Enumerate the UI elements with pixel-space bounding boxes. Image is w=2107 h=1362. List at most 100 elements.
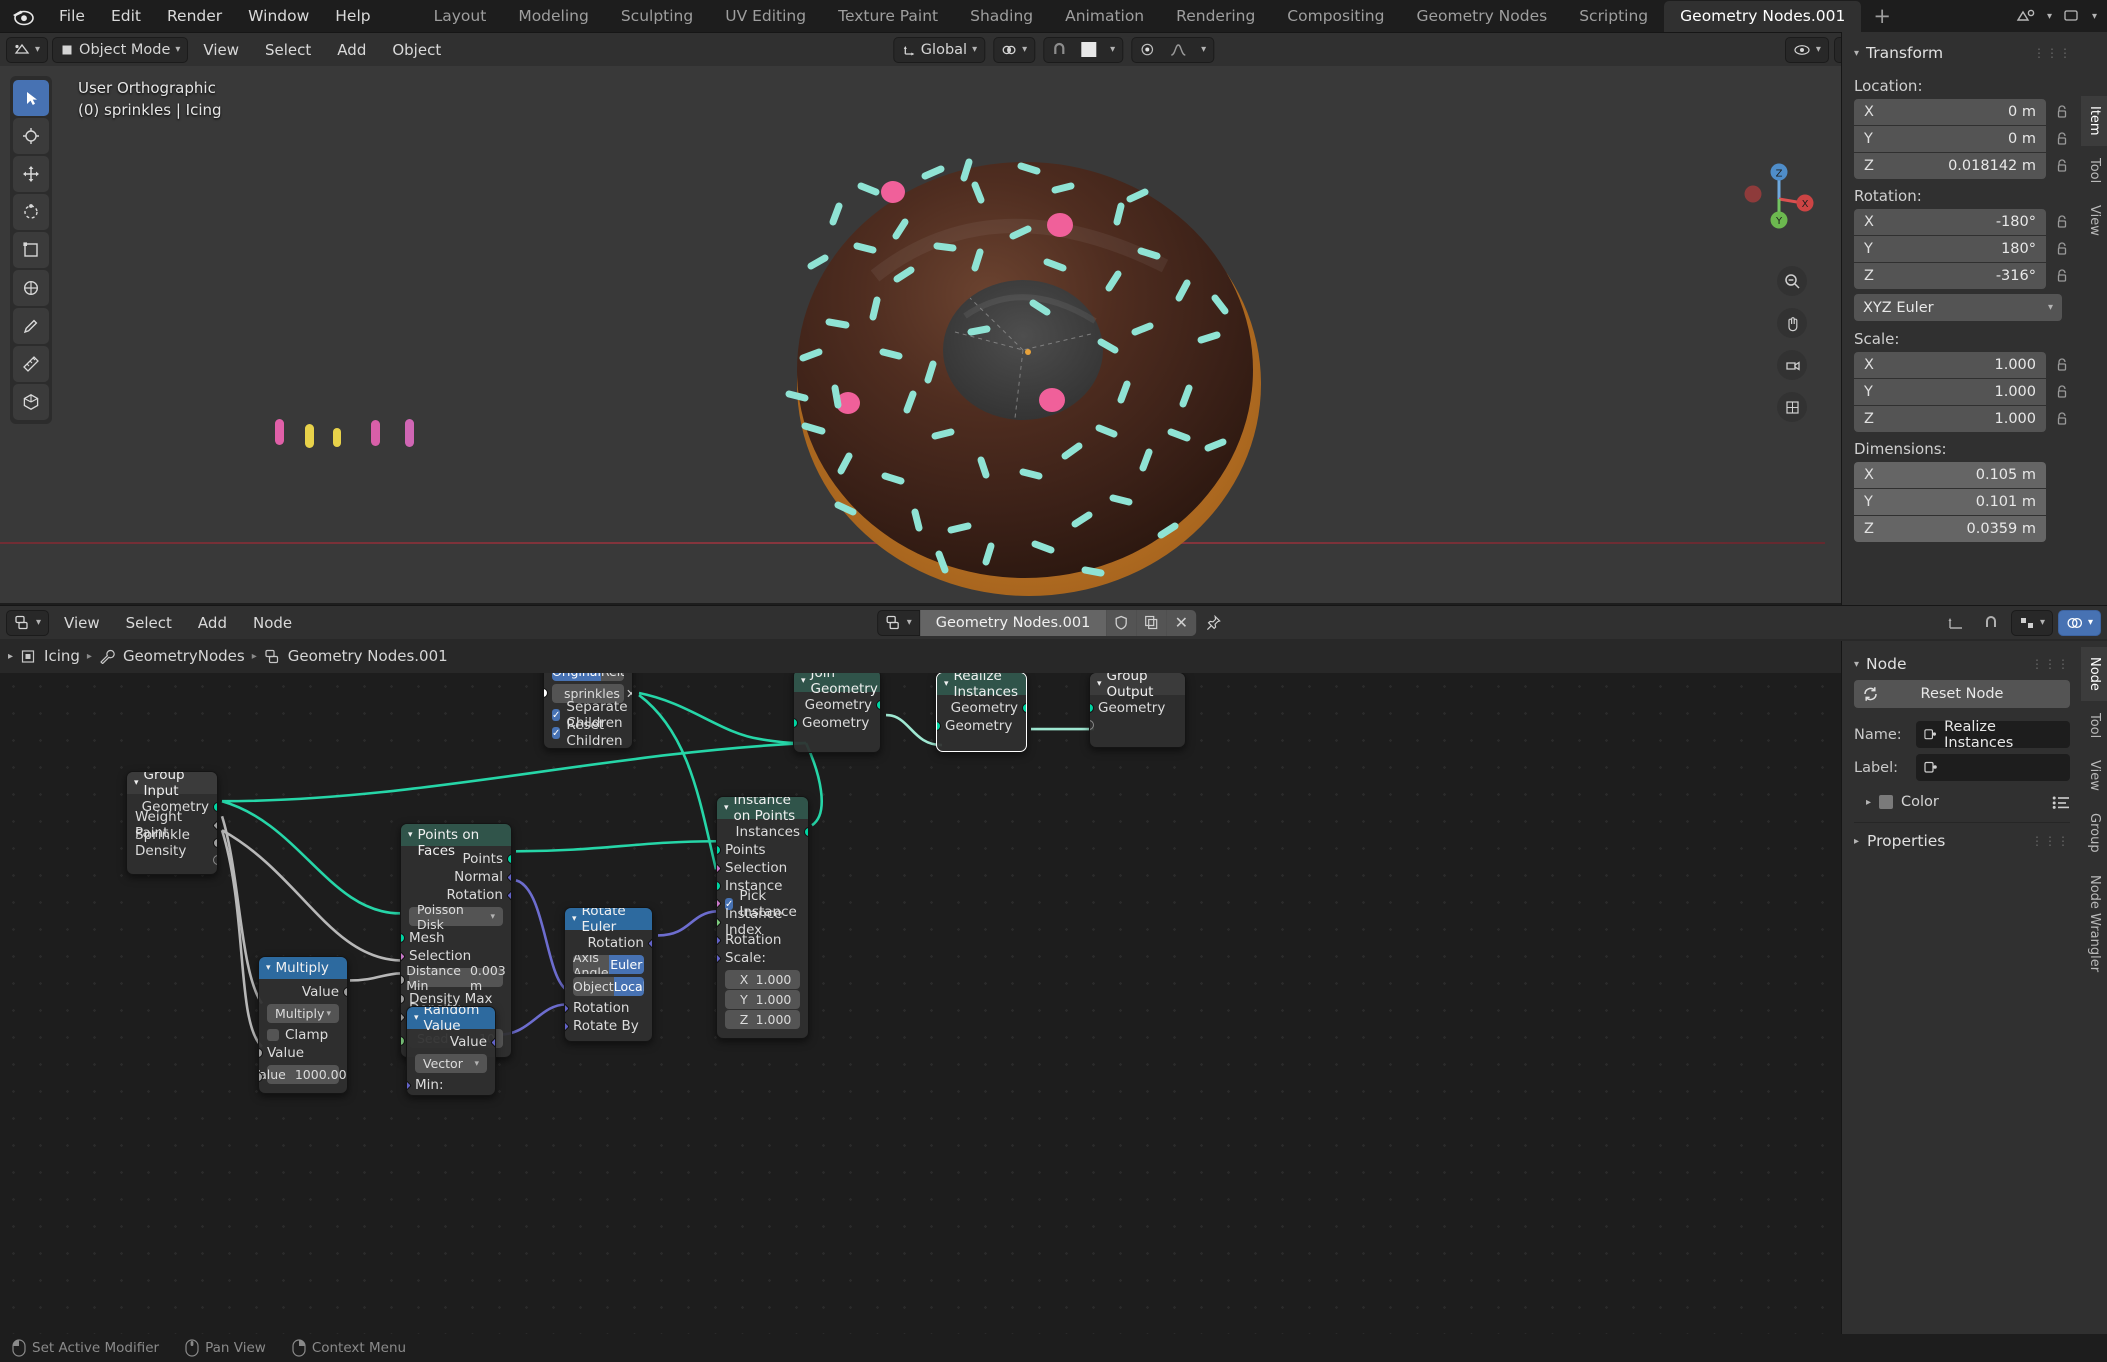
node-tab-node[interactable]: Node bbox=[2081, 647, 2107, 701]
reset-children-checkbox[interactable]: ✓ bbox=[552, 727, 561, 739]
node-color-row[interactable]: ▸ Color bbox=[1854, 787, 2070, 810]
output-socket-normal[interactable] bbox=[506, 871, 511, 884]
viewlayer-chevron-icon[interactable]: ▾ bbox=[2092, 11, 2097, 22]
camera-icon[interactable] bbox=[1777, 350, 1807, 380]
node-collection-info[interactable]: ▾ Collection Info Geometry Original Rela… bbox=[543, 673, 633, 749]
snap-chevron-icon[interactable]: ▾ bbox=[1103, 38, 1122, 62]
viewport-menu-object[interactable]: Object bbox=[381, 37, 452, 63]
output-socket-geometry[interactable] bbox=[876, 700, 880, 710]
node-group-input[interactable]: ▾ Group Input Geometry Weight Paint Spri… bbox=[126, 771, 218, 875]
input-socket-geometry[interactable] bbox=[794, 718, 798, 728]
scale-y-field[interactable]: Y 1.000 bbox=[1854, 379, 2046, 405]
chevron-right-icon[interactable]: ▸ bbox=[1866, 797, 1871, 808]
socket-row-min[interactable]: Min: bbox=[407, 1076, 495, 1094]
dimensions-z-field[interactable]: Z 0.0359 m bbox=[1854, 516, 2046, 542]
node-realize-instances[interactable]: ▾ Realize Instances Geometry Geometry bbox=[936, 673, 1027, 752]
input-socket-min[interactable] bbox=[407, 1079, 412, 1092]
location-z-field[interactable]: Z 0.018142 m bbox=[1854, 153, 2046, 179]
blender-logo-icon[interactable] bbox=[8, 4, 38, 28]
socket-row-geometry-in[interactable]: Geometry bbox=[1090, 699, 1185, 717]
rotate-euler-type-toggle[interactable]: Axis Angle Euler bbox=[573, 955, 644, 974]
workspace-tab-texture-paint[interactable]: Texture Paint bbox=[822, 1, 954, 32]
rotation-z-field[interactable]: Z -316° bbox=[1854, 263, 2046, 289]
input-socket-instance-index[interactable] bbox=[717, 916, 722, 929]
socket-row-rotation[interactable]: Rotation bbox=[717, 931, 808, 949]
menu-window[interactable]: Window bbox=[235, 4, 322, 28]
input-socket-geometry[interactable] bbox=[1090, 703, 1094, 713]
workspace-tab-geometry-nodes-001[interactable]: Geometry Nodes.001 bbox=[1664, 0, 1862, 32]
reset-node-button[interactable]: Reset Node bbox=[1854, 680, 2070, 708]
workspace-tab-geometry-nodes[interactable]: Geometry Nodes bbox=[1400, 1, 1563, 32]
toggle-euler[interactable]: Euler bbox=[608, 955, 644, 974]
node-header[interactable]: ▾ Rotate Euler bbox=[565, 908, 652, 935]
drag-dots-icon[interactable]: ⋮⋮⋮ bbox=[2031, 835, 2070, 847]
grid-ortho-icon[interactable] bbox=[1777, 392, 1807, 422]
socket-row-mesh[interactable]: Mesh bbox=[401, 929, 511, 947]
color-presets-icon[interactable] bbox=[2052, 795, 2070, 809]
math-operation-dropdown[interactable]: Multiply ▾ bbox=[267, 1004, 339, 1023]
workspace-tab-rendering[interactable]: Rendering bbox=[1160, 1, 1271, 32]
input-socket-points[interactable] bbox=[717, 845, 721, 855]
lock-scale-z-icon[interactable] bbox=[2052, 411, 2072, 427]
node-header[interactable]: ▾ Realize Instances bbox=[937, 673, 1026, 700]
node-label-input[interactable] bbox=[1916, 754, 2070, 781]
add-workspace-button[interactable]: + bbox=[1861, 4, 1903, 28]
input-socket-scale[interactable] bbox=[717, 952, 722, 965]
node-snap-mode-selector[interactable]: ▾ bbox=[2010, 609, 2053, 636]
snap-magnet-icon[interactable] bbox=[1976, 610, 2006, 636]
collection-transform-space-toggle[interactable]: Original Relative bbox=[552, 673, 624, 681]
color-swatch[interactable] bbox=[1879, 795, 1894, 809]
separate-children-checkbox[interactable]: ✓ bbox=[552, 709, 561, 721]
snap-mode-swatch[interactable] bbox=[1074, 38, 1103, 62]
clamp-checkbox[interactable] bbox=[267, 1029, 279, 1041]
socket-row-points[interactable]: Points bbox=[717, 841, 808, 859]
node-menu-add[interactable]: Add bbox=[187, 610, 238, 636]
socket-row-normal[interactable]: Normal bbox=[401, 868, 511, 886]
toggle-object[interactable]: Object bbox=[573, 977, 614, 996]
node-header[interactable]: ▾ Join Geometry bbox=[794, 673, 880, 697]
viewport-menu-add[interactable]: Add bbox=[326, 37, 377, 63]
datablock-name-field[interactable]: Geometry Nodes.001 bbox=[919, 609, 1107, 636]
tweak-tool[interactable] bbox=[13, 80, 49, 116]
breadcrumb-expand-icon[interactable]: ▸ bbox=[8, 651, 13, 662]
socket-row-value-in-1[interactable]: Value bbox=[259, 1044, 347, 1062]
socket-row-extend[interactable] bbox=[1090, 717, 1185, 733]
menu-render[interactable]: Render bbox=[154, 4, 235, 28]
output-socket-geometry[interactable] bbox=[213, 802, 217, 812]
navigation-gizmo[interactable]: Z X Y bbox=[1741, 161, 1817, 237]
socket-row-value-out[interactable]: Value bbox=[259, 983, 347, 1001]
geonodes-datablock-icon[interactable]: ▾ bbox=[876, 609, 920, 636]
node-tab-node-wrangler[interactable]: Node Wrangler bbox=[2081, 864, 2107, 982]
dimensions-x-field[interactable]: X 0.105 m bbox=[1854, 462, 2046, 488]
menu-file[interactable]: File bbox=[46, 4, 98, 28]
value-field[interactable]: Value 1000.000 bbox=[259, 1065, 347, 1084]
input-socket-rotation[interactable] bbox=[565, 1002, 570, 1015]
rotate-tool[interactable] bbox=[13, 194, 49, 230]
socket-row-instance-index[interactable]: Instance Index bbox=[717, 906, 808, 938]
lock-rotation-y-icon[interactable] bbox=[2052, 241, 2072, 257]
editor-type-geonodes-icon[interactable]: ▾ bbox=[6, 609, 50, 636]
3d-viewport[interactable]: User Orthographic (0) sprinkles | Icing bbox=[0, 66, 2107, 603]
node-name-input[interactable]: Realize Instances bbox=[1916, 719, 2070, 751]
breadcrumb-nodetree-label[interactable]: Geometry Nodes.001 bbox=[288, 647, 448, 665]
node-menu-view[interactable]: View bbox=[53, 610, 111, 636]
input-socket-pick-instance[interactable] bbox=[717, 897, 722, 910]
location-x-field[interactable]: X 0 m bbox=[1854, 99, 2046, 125]
node-menu-select[interactable]: Select bbox=[115, 610, 183, 636]
sidebar-tab-item[interactable]: Item bbox=[2081, 96, 2107, 146]
snap-magnet-icon[interactable] bbox=[1044, 38, 1074, 62]
annotate-tool[interactable] bbox=[13, 308, 49, 344]
scale-z-field[interactable]: Z 1.000 bbox=[725, 1010, 800, 1029]
lock-location-z-icon[interactable] bbox=[2052, 158, 2072, 174]
output-socket-instances[interactable] bbox=[804, 827, 808, 837]
falloff-curve-icon[interactable] bbox=[1162, 38, 1194, 62]
output-socket-rotation[interactable] bbox=[647, 937, 652, 950]
socket-row-value-out[interactable]: Value bbox=[407, 1033, 495, 1051]
output-socket-points[interactable] bbox=[507, 854, 511, 864]
properties-section-header[interactable]: ▸ Properties ⋮⋮⋮ bbox=[1854, 823, 2070, 850]
node-tab-tool[interactable]: Tool bbox=[2081, 702, 2107, 749]
unlink-x-icon[interactable]: ✕ bbox=[1166, 609, 1197, 636]
lock-scale-x-icon[interactable] bbox=[2052, 357, 2072, 373]
falloff-chevron-icon[interactable]: ▾ bbox=[1194, 38, 1213, 62]
breadcrumb-modifier-label[interactable]: GeometryNodes bbox=[123, 647, 245, 665]
